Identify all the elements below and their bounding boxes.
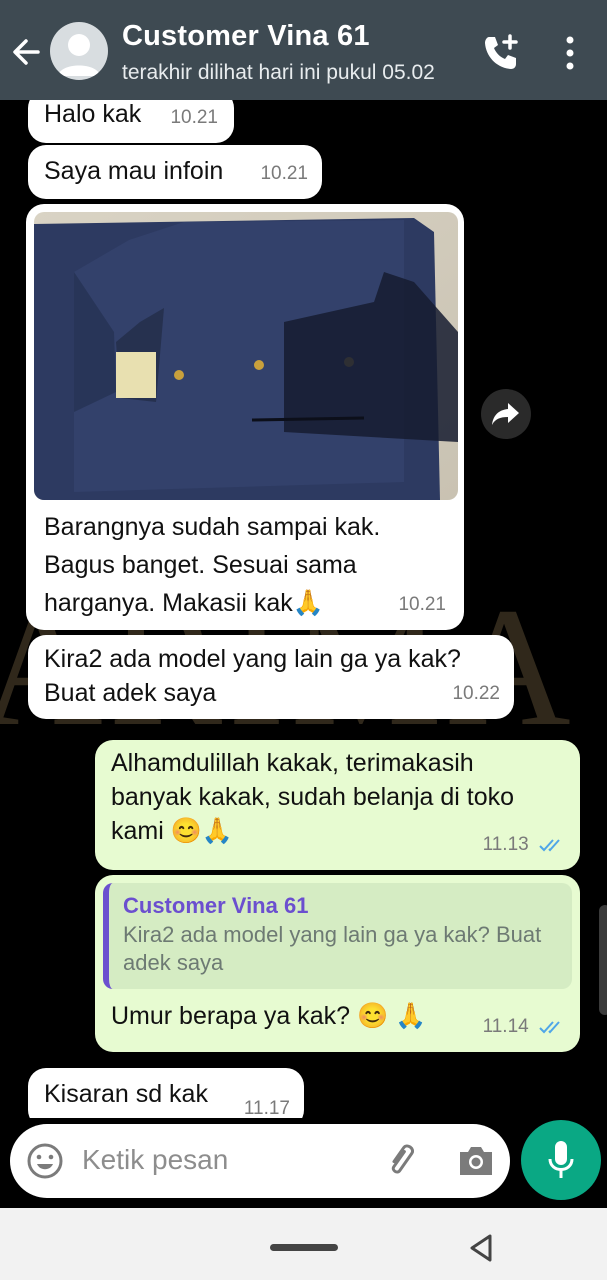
message-text: Kisaran sd kak bbox=[44, 1080, 208, 1108]
message-text: Alhamdulillah kakak, terimakasih banyak … bbox=[111, 746, 514, 848]
chat-header: Customer Vina 61 terakhir dilihat hari i… bbox=[0, 0, 607, 100]
voice-record-button[interactable] bbox=[521, 1120, 601, 1200]
add-call-icon bbox=[485, 34, 518, 69]
message-text: Umur berapa ya kak? 😊 🙏 bbox=[111, 1002, 427, 1030]
message-time: 11.14 bbox=[482, 1016, 529, 1037]
forward-icon bbox=[492, 403, 519, 425]
message-incoming[interactable]: Kira2 ada model yang lain ga ya kak? Bua… bbox=[28, 635, 514, 719]
more-options-button[interactable] bbox=[556, 34, 584, 72]
message-line: Alhamdulillah kakak, terimakasih bbox=[111, 749, 474, 777]
message-outgoing-reply[interactable]: Customer Vina 61 Kira2 ada model yang la… bbox=[95, 875, 580, 1052]
home-gesture-pill[interactable] bbox=[270, 1244, 338, 1251]
system-back-button[interactable] bbox=[466, 1232, 498, 1264]
camera-icon bbox=[460, 1147, 492, 1175]
system-navigation-bar bbox=[0, 1208, 607, 1280]
message-input-bar[interactable]: Ketik pesan bbox=[10, 1124, 510, 1198]
message-time: 11.17 bbox=[243, 1098, 290, 1118]
image-content bbox=[34, 212, 458, 500]
message-time: 11.13 bbox=[482, 834, 529, 855]
message-time: 10.21 bbox=[398, 594, 446, 615]
triangle-back-icon bbox=[470, 1234, 492, 1262]
contact-name[interactable]: Customer Vina 61 bbox=[122, 20, 370, 53]
message-incoming[interactable]: Halo kak 10.21 bbox=[28, 100, 234, 143]
default-avatar-icon bbox=[58, 34, 100, 76]
message-incoming-image[interactable]: Barangnya sudah sampai kak. Bagus banget… bbox=[26, 204, 464, 630]
message-line: Buat adek saya bbox=[44, 679, 217, 707]
scrollbar[interactable] bbox=[599, 905, 607, 1015]
message-incoming[interactable]: Kisaran sd kak 11.17 bbox=[28, 1068, 304, 1118]
back-button[interactable] bbox=[8, 30, 48, 74]
emoji-button[interactable] bbox=[26, 1142, 64, 1180]
emoji-icon bbox=[27, 1143, 63, 1179]
quoted-message[interactable]: Customer Vina 61 Kira2 ada model yang la… bbox=[103, 883, 572, 989]
microphone-icon bbox=[548, 1141, 574, 1178]
message-time-status: 11.13 bbox=[483, 828, 566, 862]
message-incoming[interactable]: Saya mau infoin 10.21 bbox=[28, 145, 322, 199]
attach-button[interactable] bbox=[384, 1142, 422, 1180]
chat-messages-area[interactable]: ARIMA Halo kak 10.21 Saya mau infoin 10.… bbox=[0, 100, 607, 1118]
message-time: 10.21 bbox=[260, 163, 308, 184]
message-line: banyak kakak, sudah belanja di toko bbox=[111, 783, 515, 811]
message-time-status: 11.14 bbox=[483, 1010, 566, 1044]
shirt-photo[interactable] bbox=[34, 212, 458, 500]
message-input[interactable]: Ketik pesan bbox=[82, 1144, 228, 1176]
image-caption: Barangnya sudah sampai kak. Bagus banget… bbox=[44, 510, 380, 620]
caption-line: Bagus banget. Sesuai sama bbox=[44, 551, 357, 579]
message-text: Saya mau infoin bbox=[44, 157, 224, 185]
add-call-button[interactable] bbox=[480, 32, 522, 74]
double-check-icon bbox=[539, 839, 560, 852]
paperclip-icon bbox=[391, 1144, 415, 1174]
quoted-line: Kira2 ada model yang lain ga ya kak? Bua… bbox=[123, 922, 542, 947]
last-seen-status: terakhir dilihat hari ini pukul 05.02 bbox=[122, 61, 435, 84]
message-text: Kira2 ada model yang lain ga ya kak? Bua… bbox=[44, 642, 461, 710]
quoted-text: Kira2 ada model yang lain ga ya kak? Bua… bbox=[123, 921, 558, 977]
quoted-line: adek saya bbox=[123, 950, 224, 975]
more-vert-icon bbox=[566, 36, 574, 70]
message-line: kami 😊🙏 bbox=[111, 817, 233, 845]
caption-line: Barangnya sudah sampai kak. bbox=[44, 513, 381, 541]
double-check-icon bbox=[539, 1021, 560, 1034]
message-time: 10.22 bbox=[452, 683, 500, 704]
quoted-sender: Customer Vina 61 bbox=[123, 893, 309, 918]
forward-button[interactable] bbox=[481, 389, 531, 439]
arrow-left-icon bbox=[13, 39, 40, 65]
message-outgoing[interactable]: Alhamdulillah kakak, terimakasih banyak … bbox=[95, 740, 580, 870]
message-text: Halo kak bbox=[44, 100, 142, 128]
message-line: Kira2 ada model yang lain ga ya kak? bbox=[44, 645, 461, 673]
camera-button[interactable] bbox=[456, 1142, 496, 1180]
caption-line: harganya. Makasii kak🙏 bbox=[44, 589, 324, 617]
message-time: 10.21 bbox=[170, 107, 218, 128]
contact-avatar[interactable] bbox=[50, 22, 108, 80]
